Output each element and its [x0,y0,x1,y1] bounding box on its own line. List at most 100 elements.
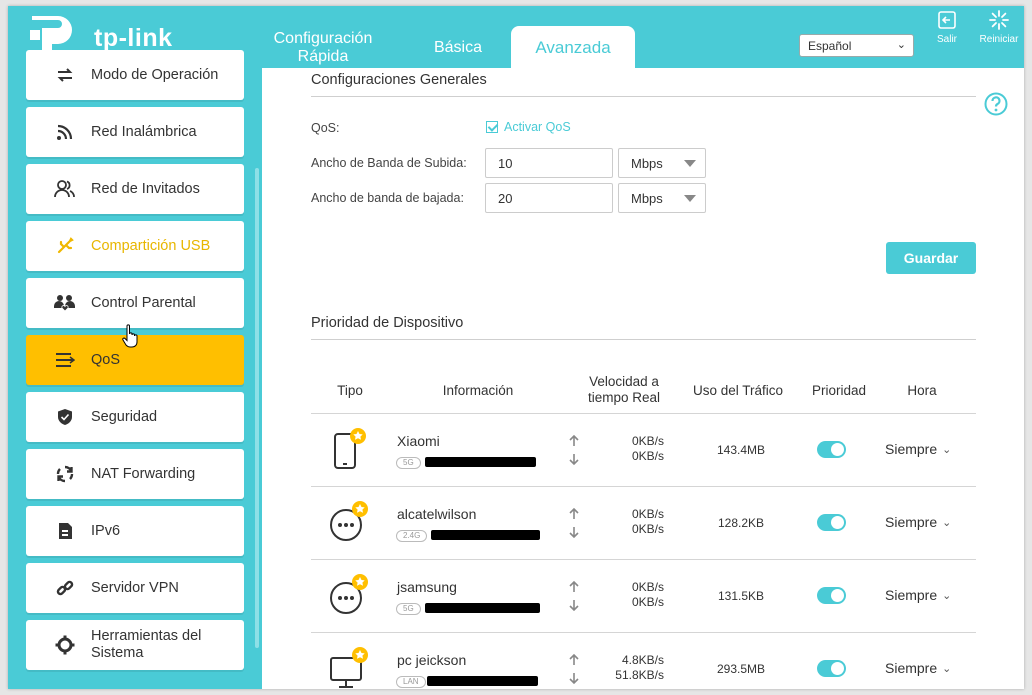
time-select[interactable]: Siempre ⌄ [885,514,951,530]
time-select[interactable]: Siempre ⌄ [885,587,951,603]
nat-forwarding-icon [54,463,76,485]
download-speed: 51.8KB/s [615,668,664,682]
device-name: jsamsung [397,579,457,595]
help-icon[interactable] [984,92,1008,116]
sidebar-item-label: Control Parental [91,295,196,311]
sidebar-item-usb-sharing[interactable]: Compartición USB [26,221,244,271]
traffic-usage: 128.2KB [717,516,765,530]
toggle-knob [831,662,844,675]
header-time: Hora [907,383,937,398]
logout-icon [938,11,956,29]
priority-toggle[interactable] [817,587,846,604]
redacted-mac [425,603,540,613]
sidebar-item-label: QoS [91,352,121,368]
priority-toggle[interactable] [817,660,846,677]
device-name: Xiaomi [397,433,440,449]
header-priority: Prioridad [811,383,867,398]
device-priority-title: Prioridad de Dispositivo [311,315,464,331]
table-row: alcatelwilson 2.4G 0KB/s 0KB/s 128.2KB S… [311,486,976,559]
logo-text: tp-link [94,24,173,52]
download-speed: 0KB/s [631,595,664,609]
sidebar-item-label: NAT Forwarding [91,466,196,482]
priority-toggle[interactable] [817,514,846,531]
realtime-speed: 0KB/s 0KB/s [607,507,664,537]
band-badge: 5G [396,603,421,615]
upload-bandwidth-input[interactable]: 10 [485,148,613,178]
guest-network-icon [54,178,76,200]
realtime-speed: 4.8KB/s 51.8KB/s [607,653,664,683]
exit-button[interactable]: Salir [924,10,970,45]
sidebar-item-label: Servidor VPN [91,580,179,596]
general-settings-title: Configuraciones Generales [311,72,487,88]
sidebar-item-security[interactable]: Seguridad [26,392,244,442]
generic-device-icon [330,574,368,614]
realtime-speed: 0KB/s 0KB/s [607,434,664,464]
operation-mode-icon [54,64,76,86]
checkbox-checked-icon [486,121,498,133]
dropdown-arrow-icon [684,195,696,202]
sidebar-item-label: Compartición USB [91,238,211,254]
table-row: Xiaomi 5G 0KB/s 0KB/s 143.4MB Siempre ⌄ [311,413,976,486]
time-select[interactable]: Siempre ⌄ [885,660,951,676]
sidebar-item-ipv6[interactable]: IPv6 [26,506,244,556]
chevron-down-icon: ⌄ [896,39,906,51]
divider [311,96,976,97]
tab-advanced[interactable]: Avanzada [511,26,635,70]
language-selected: Español [808,39,852,53]
priority-toggle[interactable] [817,441,846,458]
download-bandwidth-input[interactable]: 20 [485,183,613,213]
sidebar-scrollbar[interactable] [255,168,259,648]
redacted-mac [425,457,536,467]
system-tools-icon [54,634,76,656]
qos-icon [54,349,76,371]
table-row: pc jeickson LAN 4.8KB/s 51.8KB/s 293.5MB… [311,632,976,689]
router-admin-window: tp-link Configuración Rápida Básica Avan… [8,6,1024,689]
sidebar-nav: Modo de Operación Red Inalámbrica Red de… [8,50,262,689]
up-down-arrows-icon [569,580,579,612]
language-select[interactable]: Español ⌄ [799,34,914,57]
sidebar-item-label: Red Inalámbrica [91,124,197,140]
band-badge: 2.4G [396,530,428,542]
sidebar-item-operation-mode[interactable]: Modo de Operación [26,50,244,100]
upload-unit-select[interactable]: Mbps [618,148,706,178]
upload-speed: 4.8KB/s [621,653,664,667]
download-unit-select[interactable]: Mbps [618,183,706,213]
usb-icon [54,235,76,257]
tab-basic[interactable]: Básica [413,39,503,57]
band-badge: 5G [396,457,421,469]
upload-speed: 0KB/s [631,507,664,521]
sidebar-item-nat-forwarding[interactable]: NAT Forwarding [26,449,244,499]
save-button[interactable]: Guardar [886,242,976,274]
sidebar-item-wireless[interactable]: Red Inalámbrica [26,107,244,157]
qos-enable-checkbox[interactable]: Activar QoS [486,120,571,134]
header-speed: Velocidad a tiempo Real [587,374,661,405]
table-row: jsamsung 5G 0KB/s 0KB/s 131.5KB Siempre … [311,559,976,632]
band-badge: LAN [396,676,426,688]
time-select[interactable]: Siempre ⌄ [885,441,951,457]
sidebar-item-guest-network[interactable]: Red de Invitados [26,164,244,214]
sidebar-item-label: Herramientas del Sistema [91,628,202,661]
realtime-speed: 0KB/s 0KB/s [607,580,664,610]
toggle-knob [831,516,844,529]
tab-quick-setup[interactable]: Configuración Rápida [260,30,386,66]
wireless-icon [54,121,76,143]
traffic-usage: 131.5KB [717,589,765,603]
up-down-arrows-icon [569,653,579,685]
sidebar-item-system-tools[interactable]: Herramientas del Sistema [26,620,244,670]
up-down-arrows-icon [569,507,579,539]
download-unit-value: Mbps [631,191,663,206]
parental-control-icon [54,292,76,314]
sidebar-item-vpn-server[interactable]: Servidor VPN [26,563,244,613]
upload-speed: 0KB/s [631,434,664,448]
up-down-arrows-icon [569,434,579,466]
divider [311,339,976,340]
row-divider [311,559,976,560]
sidebar-item-label: IPv6 [91,523,121,539]
shield-icon [54,406,76,428]
main-content: Configuraciones Generales QoS: Activar Q… [262,68,1024,689]
reboot-button[interactable]: Reiniciar [976,10,1022,45]
upload-bandwidth-label: Ancho de Banda de Subida: [311,156,467,170]
sidebar-item-parental-control[interactable]: Control Parental [26,278,244,328]
qos-label: QoS: [311,121,340,135]
download-speed: 0KB/s [631,522,664,536]
